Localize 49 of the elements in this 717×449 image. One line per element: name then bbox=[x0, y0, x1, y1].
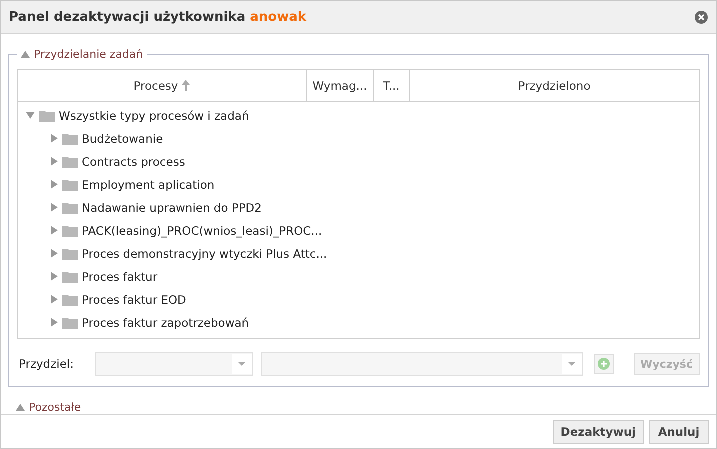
folder-icon bbox=[62, 316, 78, 328]
tree-item[interactable]: PACK(leasing)_PROC(wnios_leasi)_PROC... bbox=[82, 224, 322, 238]
expand-arrow-icon[interactable] bbox=[51, 203, 58, 212]
section-legend[interactable]: Pozostałe bbox=[29, 401, 82, 411]
dialog-button[interactable]: Dezaktywuj bbox=[552, 420, 644, 444]
tree-item[interactable]: Proces faktur bbox=[82, 270, 158, 284]
tree-item[interactable]: Wszystkie typy procesów i zadań bbox=[59, 108, 250, 122]
collapse-arrow-icon[interactable] bbox=[26, 112, 35, 119]
column-header[interactable]: Wymag... bbox=[307, 70, 374, 101]
expand-arrow-icon[interactable] bbox=[51, 318, 58, 327]
expand-arrow-icon[interactable] bbox=[51, 295, 58, 304]
tree-item[interactable]: Proces demonstracyjny wtyczki Plus Attc... bbox=[82, 246, 328, 260]
dialog-button[interactable]: Anuluj bbox=[649, 420, 709, 444]
dropdown-arrow-icon[interactable] bbox=[568, 362, 576, 366]
expand-arrow-icon[interactable] bbox=[51, 157, 58, 166]
dropdown-field[interactable] bbox=[95, 352, 253, 376]
window-title: Panel dezaktywacji użytkownika anowak bbox=[9, 10, 307, 24]
expand-arrow-icon[interactable] bbox=[51, 272, 58, 281]
assign-label: Przydziel: bbox=[19, 357, 75, 371]
tree-item[interactable]: Proces faktur EOD bbox=[82, 292, 186, 306]
folder-icon bbox=[62, 178, 78, 190]
dropdown-arrow-icon[interactable] bbox=[238, 362, 246, 366]
expand-arrow-icon[interactable] bbox=[51, 134, 58, 143]
folder-icon bbox=[62, 202, 78, 214]
collapse-arrow-icon[interactable] bbox=[21, 51, 30, 58]
tree-item[interactable]: Budżetowanie bbox=[82, 132, 164, 146]
column-header[interactable]: Procesy bbox=[18, 70, 307, 101]
close-icon[interactable] bbox=[695, 10, 708, 24]
folder-icon bbox=[62, 224, 78, 236]
expand-arrow-icon[interactable] bbox=[51, 180, 58, 189]
folder-icon bbox=[62, 248, 78, 260]
folder-icon bbox=[62, 132, 78, 144]
folder-icon bbox=[62, 156, 78, 168]
tree-item[interactable]: Proces faktur zapotrzebowań bbox=[82, 316, 250, 330]
column-header[interactable]: Przydzielono bbox=[410, 70, 699, 101]
folder-icon bbox=[62, 294, 78, 306]
folder-icon bbox=[39, 110, 55, 122]
tree-item[interactable]: Nadawanie uprawnien do PPD2 bbox=[82, 200, 262, 214]
expand-arrow-icon[interactable] bbox=[51, 249, 58, 258]
column-header[interactable]: T... bbox=[374, 70, 410, 101]
collapse-arrow-icon[interactable] bbox=[16, 404, 25, 411]
plus-icon bbox=[598, 358, 610, 370]
add-button[interactable] bbox=[594, 354, 614, 374]
tree-item[interactable]: Employment aplication bbox=[82, 178, 215, 192]
folder-icon bbox=[62, 270, 78, 282]
expand-arrow-icon[interactable] bbox=[51, 226, 58, 235]
tree-item[interactable]: Contracts process bbox=[82, 154, 186, 168]
dropdown-field[interactable] bbox=[261, 352, 583, 376]
section-legend[interactable]: Przydzielanie zadań bbox=[34, 48, 144, 61]
